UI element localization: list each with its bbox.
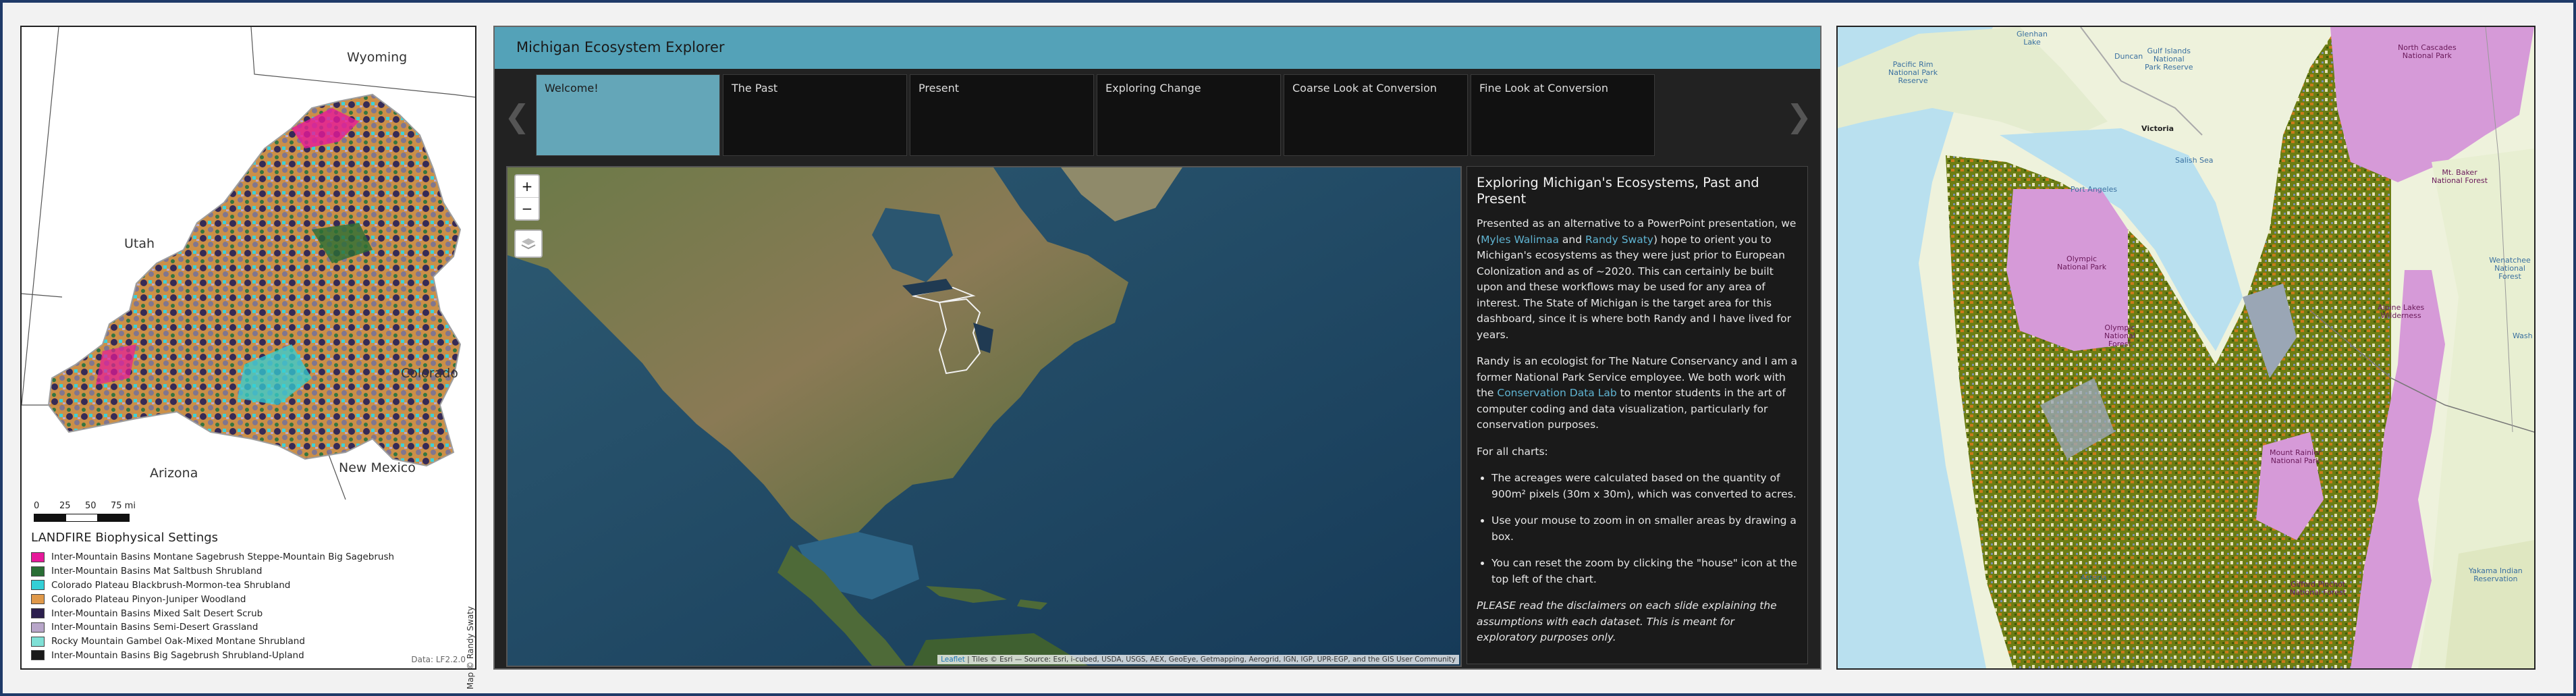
- layers-icon-graphic: [521, 238, 536, 250]
- state-label-wyoming: Wyoming: [347, 50, 408, 65]
- authors-paragraph: Randy is an ecologist for The Nature Con…: [1477, 354, 1798, 433]
- scale-tick: 0: [34, 501, 40, 511]
- place-label: Astoria: [2081, 573, 2107, 582]
- landfire-map-panel: Wyoming Utah Colorado Arizona New Mexico…: [20, 26, 476, 689]
- legend-swatch: [31, 650, 45, 661]
- legend-item: Inter-Mountain Basins Mixed Salt Desert …: [31, 606, 449, 620]
- state-label-colorado: Colorado: [401, 366, 458, 381]
- legend-item: Inter-Mountain Basins Mat Saltbush Shrub…: [31, 564, 449, 579]
- place-label: Gifford Pinchot National Forest: [2290, 580, 2347, 597]
- map-attribution: Leaflet | Tiles © Esri — Source: Esri, i…: [937, 655, 1459, 664]
- legend-title: LANDFIRE Biophysical Settings: [31, 531, 219, 545]
- charts-bullet-list: The acreages were calculated based on th…: [1477, 471, 1798, 587]
- landcover-basemap: [1838, 27, 2534, 668]
- legend-label: Colorado Plateau Blackbrush-Mormon-tea S…: [51, 579, 291, 591]
- legend-label: Inter-Mountain Basins Mat Saltbush Shrub…: [51, 566, 263, 577]
- disclaimer-note: PLEASE read the disclaimers on each slid…: [1477, 598, 1798, 646]
- scale-tick: 75 mi: [111, 501, 136, 511]
- list-item: You can reset the zoom by clicking the "…: [1491, 556, 1798, 587]
- link-myles-walimaa[interactable]: Myles Walimaa: [1481, 234, 1559, 246]
- slide-tabs: Welcome! The Past Present Exploring Chan…: [536, 74, 1655, 156]
- state-boundary-map: [22, 27, 475, 500]
- satellite-map[interactable]: + − Leaflet | Tiles © Esri — Source: Esr…: [506, 166, 1462, 667]
- legend-swatch: [31, 594, 45, 605]
- attribution-text: | Tiles © Esri — Source: Esri, i-cubed, …: [964, 655, 1456, 664]
- disclaimer-text: PLEASE read the disclaimers on each slid…: [1477, 599, 1777, 643]
- leaflet-link[interactable]: Leaflet: [941, 655, 965, 664]
- place-label: Duncan: [2114, 52, 2143, 61]
- legend-label: Inter-Mountain Basins Montane Sagebrush …: [51, 552, 395, 563]
- place-label: Victoria: [2141, 124, 2174, 133]
- state-label-arizona: Arizona: [150, 466, 198, 481]
- tab-coarse-look[interactable]: Coarse Look at Conversion: [1284, 74, 1468, 156]
- charts-intro: For all charts:: [1477, 445, 1548, 458]
- legend-swatch: [31, 608, 45, 619]
- legend-label: Inter-Mountain Basins Mixed Salt Desert …: [51, 608, 263, 619]
- place-label: Gulf Islands National Park Reserve: [2145, 47, 2193, 72]
- satellite-basemap: [508, 167, 1460, 666]
- legend-swatch: [31, 580, 45, 591]
- map-credit: Map © Randy Swaty: [466, 606, 475, 690]
- dashboard-window: Michigan Ecosystem Explorer ❮ ❯ Welcome!…: [493, 26, 1821, 670]
- next-slide-arrow-icon[interactable]: ❯: [1786, 98, 1812, 134]
- paragraph-text: ) hope to orient you to Michigan's ecosy…: [1477, 233, 1791, 341]
- state-label-new-mexico: New Mexico: [339, 460, 416, 475]
- place-label: Port Angeles: [2071, 185, 2118, 194]
- legend-swatch: [31, 566, 45, 577]
- intro-paragraph: Presented as an alternative to a PowerPo…: [1477, 216, 1798, 343]
- zoom-control: + −: [514, 174, 540, 221]
- tab-present[interactable]: Present: [910, 74, 1094, 156]
- legend-item: Rocky Mountain Gambel Oak-Mixed Montane …: [31, 635, 449, 649]
- place-label: Olympic National Park: [2057, 255, 2107, 271]
- link-randy-swaty[interactable]: Randy Swaty: [1585, 234, 1653, 246]
- legend: LANDFIRE Biophysical Settings Inter-Moun…: [31, 531, 449, 662]
- state-label-utah: Utah: [124, 236, 155, 251]
- legend-item: Inter-Mountain Basins Montane Sagebrush …: [31, 550, 449, 564]
- place-label: Glenhan Lake: [2017, 30, 2048, 47]
- place-label: Mt. Baker National Forest: [2432, 168, 2488, 185]
- place-label: Olympic National Forest: [2104, 323, 2135, 348]
- place-label: Salish Sea: [2175, 156, 2214, 165]
- legend-item: Colorado Plateau Pinyon-Juniper Woodland: [31, 592, 449, 606]
- layers-icon[interactable]: [514, 230, 543, 258]
- legend-swatch: [31, 552, 45, 562]
- place-label: Wash: [2513, 331, 2533, 340]
- paragraph-text: and: [1559, 233, 1586, 246]
- tab-welcome[interactable]: Welcome!: [536, 74, 720, 156]
- data-credit: Data: LF2.2.0: [411, 655, 466, 664]
- tab-the-past[interactable]: The Past: [723, 74, 907, 156]
- zoom-out-button[interactable]: −: [516, 198, 539, 219]
- legend-label: Inter-Mountain Basins Big Sagebrush Shru…: [51, 649, 304, 661]
- scale-tick: 25: [59, 501, 71, 511]
- place-label: Wenatchee National Forest: [2489, 256, 2531, 281]
- place-label: Yakama Indian Reservation: [2469, 566, 2523, 583]
- legend-item: Colorado Plateau Blackbrush-Mormon-tea S…: [31, 579, 449, 593]
- tab-exploring-change[interactable]: Exploring Change: [1097, 74, 1281, 156]
- list-item: Use your mouse to zoom in on smaller are…: [1491, 513, 1798, 545]
- scale-bar: 0 25 50 75 mi: [34, 501, 136, 522]
- zoom-in-button[interactable]: +: [516, 176, 539, 198]
- place-label: Alpine Lakes Wilderness: [2378, 303, 2425, 320]
- legend-item: Inter-Mountain Basins Semi-Desert Grassl…: [31, 620, 449, 635]
- dashboard-header: Michigan Ecosystem Explorer: [495, 27, 1820, 69]
- dashboard-title: Michigan Ecosystem Explorer: [516, 39, 725, 55]
- legend-item: Inter-Mountain Basins Big Sagebrush Shru…: [31, 649, 449, 663]
- scale-tick: 50: [85, 501, 97, 511]
- prev-slide-arrow-icon[interactable]: ❮: [504, 98, 530, 134]
- place-label: North Cascades National Park: [2398, 43, 2457, 60]
- legend-label: Colorado Plateau Pinyon-Juniper Woodland: [51, 593, 246, 605]
- panel-heading: Exploring Michigan's Ecosystems, Past an…: [1477, 175, 1759, 207]
- legend-swatch: [31, 636, 45, 647]
- place-label: Pacific Rim National Park Reserve: [1888, 60, 1938, 85]
- list-item: The acreages were calculated based on th…: [1491, 471, 1798, 502]
- legend-swatch: [31, 622, 45, 633]
- washington-landcover-map: Glenhan Lake Pacific Rim National Park Rese…: [1836, 26, 2536, 670]
- tab-fine-look[interactable]: Fine Look at Conversion: [1471, 74, 1655, 156]
- legend-label: Inter-Mountain Basins Semi-Desert Grassl…: [51, 622, 258, 633]
- intro-text-panel: Exploring Michigan's Ecosystems, Past an…: [1467, 166, 1808, 664]
- place-label: Mount Rainier National Park: [2270, 448, 2322, 465]
- legend-label: Rocky Mountain Gambel Oak-Mixed Montane …: [51, 636, 305, 647]
- link-conservation-data-lab[interactable]: Conservation Data Lab: [1497, 387, 1616, 399]
